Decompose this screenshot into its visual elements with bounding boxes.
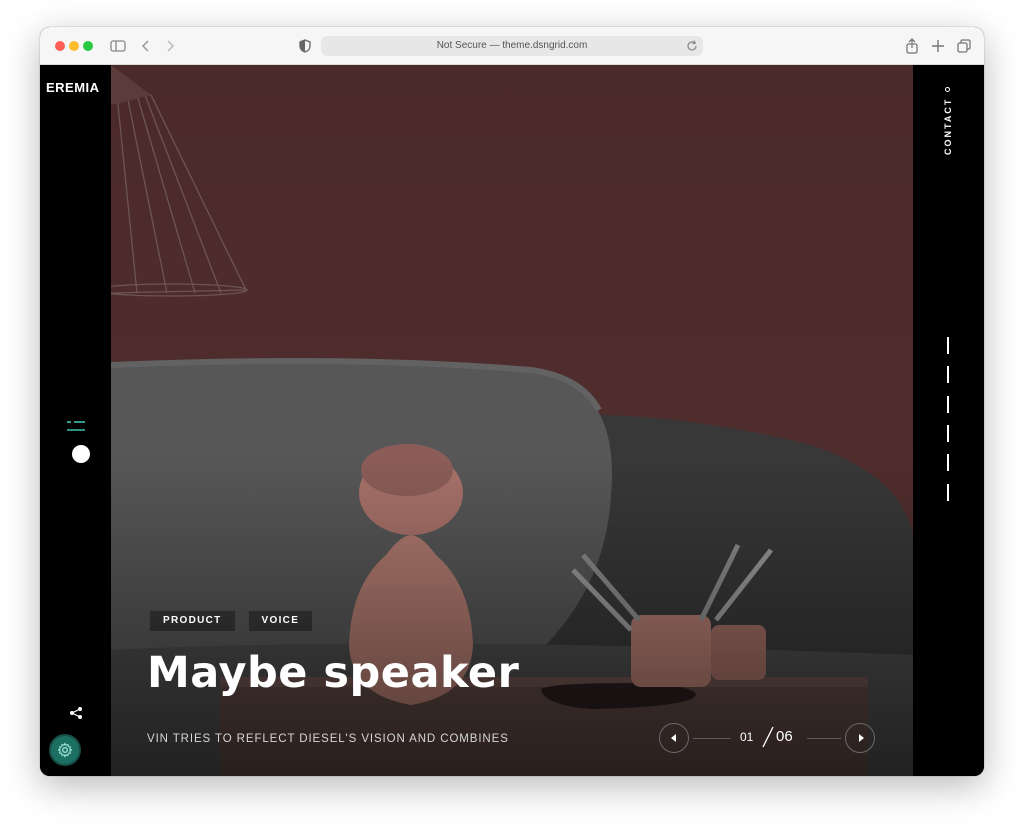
slide-tick[interactable] (947, 366, 949, 384)
slide-tick[interactable] (947, 337, 949, 354)
slide-pager: 01 06 (659, 723, 877, 753)
tag-voice[interactable]: VOICE (247, 610, 314, 632)
right-sidebar: CONTACT (913, 65, 984, 776)
hero-subtitle: VIN TRIES TO REFLECT DIESEL'S VISION AND… (147, 733, 509, 745)
forward-icon[interactable] (160, 36, 180, 56)
arrow-left-icon (671, 734, 676, 742)
total-slide-number: 06 (776, 728, 793, 745)
slide-progress-ticks (946, 333, 950, 509)
pager-line-right (807, 738, 841, 739)
contact-label: CONTACT (943, 98, 953, 156)
share-browser-icon[interactable] (902, 36, 922, 56)
slide-tick[interactable] (947, 425, 949, 442)
hero-slider: PRODUCT VOICE Maybe speaker VIN TRIES TO… (111, 65, 913, 776)
left-sidebar: EREMIA (40, 65, 111, 776)
prev-slide-button[interactable] (659, 723, 689, 753)
address-bar[interactable]: Not Secure — theme.dsngrid.com (321, 36, 703, 56)
slide-tick[interactable] (947, 483, 949, 501)
arrow-right-icon (859, 734, 864, 742)
tab-overview-icon[interactable] (954, 36, 974, 56)
pager-slash (762, 726, 774, 748)
address-text: Not Secure — theme.dsngrid.com (436, 40, 588, 51)
menu-icon[interactable] (67, 420, 85, 432)
next-slide-button[interactable] (845, 723, 875, 753)
current-slide-number: 01 (740, 730, 754, 744)
settings-icon (57, 742, 73, 758)
slide-tick[interactable] (947, 454, 949, 472)
contact-ring-icon (945, 87, 951, 92)
zoom-window-button[interactable] (83, 41, 93, 51)
contact-link[interactable]: CONTACT (933, 87, 963, 177)
browser-window: Not Secure — theme.dsngrid.com PRODUCT V… (40, 27, 984, 776)
minimize-window-button[interactable] (69, 41, 79, 51)
settings-button[interactable] (49, 734, 81, 766)
close-window-button[interactable] (55, 41, 65, 51)
back-icon[interactable] (136, 36, 156, 56)
new-tab-icon[interactable] (928, 36, 948, 56)
tag-product[interactable]: PRODUCT (149, 610, 236, 632)
share-icon[interactable] (69, 706, 83, 720)
browser-toolbar: Not Secure — theme.dsngrid.com (40, 27, 984, 65)
sidebar-toggle-icon[interactable] (108, 36, 128, 56)
page: PRODUCT VOICE Maybe speaker VIN TRIES TO… (40, 65, 984, 776)
reload-icon[interactable] (685, 39, 699, 53)
tag-list: PRODUCT VOICE (149, 610, 314, 632)
slide-tick[interactable] (947, 395, 949, 413)
hero-title[interactable]: Maybe speaker (147, 648, 519, 698)
site-logo[interactable]: EREMIA (46, 80, 106, 95)
pager-line-left (693, 738, 731, 739)
shield-icon[interactable] (295, 36, 315, 56)
cursor-toggle[interactable] (72, 445, 90, 463)
